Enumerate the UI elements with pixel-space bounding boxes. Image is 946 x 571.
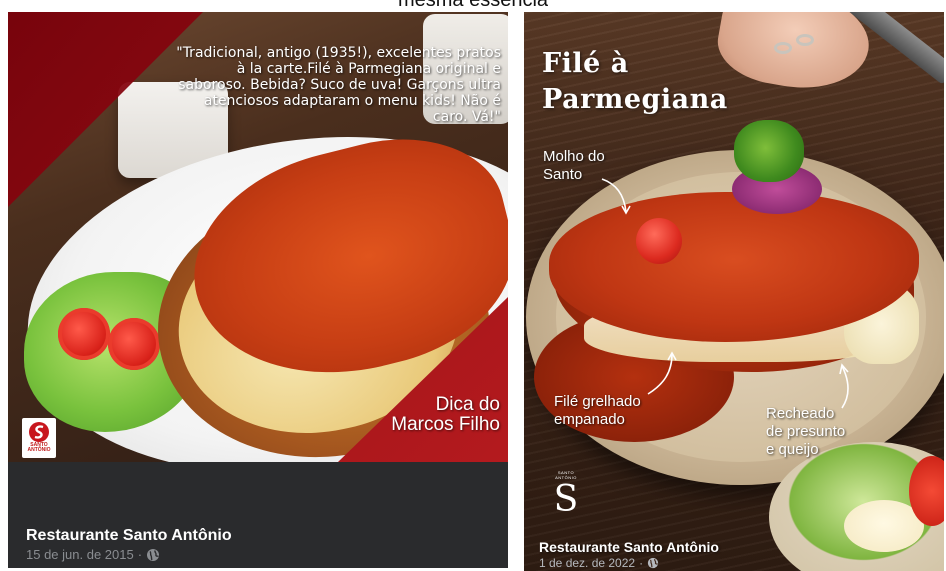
review-quote: "Tradicional, antigo (1935!), excelentes… [176,45,501,125]
post-date-row: 15 de jun. de 2015 · [26,546,232,564]
dish-title-line: Filé à [542,48,629,79]
tip-line: Dica do [435,394,500,415]
tip-credit: Dica do Marcos Filho [391,395,500,435]
page-name-link[interactable]: Restaurante Santo Antônio [26,526,232,546]
parsley-garnish [734,120,804,182]
annotation-line: Santo [543,166,583,183]
post-date-link[interactable]: 15 de jun. de 2015 [26,546,134,564]
annotation-filling: Recheado de presunto e queijo [766,405,845,459]
logo-letter: S [553,479,579,520]
post-meta: Restaurante Santo Antônio 15 de jun. de … [26,526,232,564]
annotation-line: de presunto [766,423,846,440]
ring [774,42,792,54]
post-date-row: 1 de dez. de 2022 · [539,556,719,570]
annotation-line: Molho do [543,148,605,165]
top-caption: mesma essência [397,0,549,11]
page-name-link[interactable]: Restaurante Santo Antônio [539,539,719,556]
tomato-slice [108,318,160,370]
globe-icon[interactable] [146,548,160,562]
post-photo-2015[interactable]: "Tradicional, antigo (1935!), excelentes… [8,12,508,462]
ring [796,34,814,46]
globe-icon[interactable] [647,557,659,569]
post-card-2015[interactable]: "Tradicional, antigo (1935!), excelentes… [8,12,508,568]
dish-title-line: Parmegiana [542,84,728,115]
cherry-tomato [636,218,682,264]
santo-antonio-logo-icon [29,422,49,442]
logo-text: SANTO ANTÔNIO [27,442,51,453]
annotation-fillet: Filé grelhado empanado [554,393,641,429]
restaurant-logo-badge: SANTO ANTÔNIO [22,418,56,458]
post-date-link[interactable]: 1 de dez. de 2022 [539,556,635,570]
annotation-line: Filé grelhado [554,393,641,410]
separator: · [639,556,644,570]
dish-title: Filé à Parmegiana [542,46,728,118]
annotation-line: empanado [554,411,625,428]
post-card-2022[interactable]: Filé à Parmegiana Molho do Santo Filé gr… [524,12,944,571]
post-meta: Restaurante Santo Antônio 1 de dez. de 2… [539,539,719,570]
separator: · [137,547,143,562]
annotation-line: Recheado [766,405,835,422]
tip-line: Marcos Filho [391,414,500,435]
tomato-slice [58,308,110,360]
santo-antonio-logo: SANTO ANTÔNIO S [550,470,582,530]
annotation-sauce: Molho do Santo [543,148,605,184]
annotation-line: e queijo [766,441,819,458]
